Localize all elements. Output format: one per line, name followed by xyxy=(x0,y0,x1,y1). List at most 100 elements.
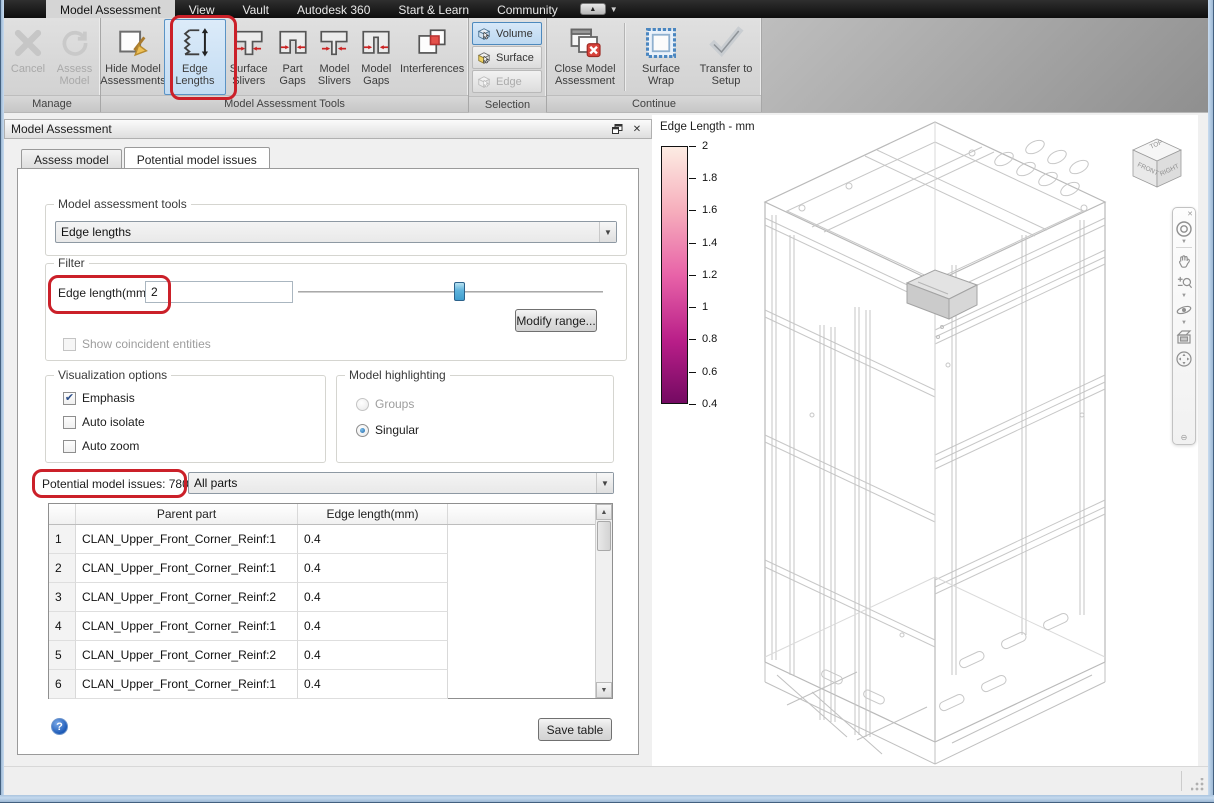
navbar-customize-icon[interactable]: ⊖ xyxy=(1181,433,1188,442)
scrollbar-thumb[interactable] xyxy=(597,521,611,551)
group-label-model-highlighting: Model highlighting xyxy=(345,368,450,382)
window-border-left xyxy=(0,0,4,803)
cancel-icon xyxy=(11,23,45,63)
row-parent-part: CLAN_Upper_Front_Corner_Reinf:2 xyxy=(76,641,298,670)
header-index[interactable] xyxy=(49,504,76,524)
auto-isolate-checkbox[interactable]: Auto isolate xyxy=(63,415,145,429)
zoom-icon[interactable] xyxy=(1176,272,1193,294)
tab-autodesk-360[interactable]: Autodesk 360 xyxy=(283,0,384,18)
part-gaps-button[interactable]: Part Gaps xyxy=(272,19,314,95)
model-gaps-button[interactable]: Model Gaps xyxy=(355,19,397,95)
tab-potential-model-issues[interactable]: Potential model issues xyxy=(124,147,270,168)
scroll-up-icon[interactable]: ▲ xyxy=(596,504,612,520)
panel-float-icon[interactable] xyxy=(609,122,625,136)
ribbon-group-label-model-assessment-tools: Model Assessment Tools xyxy=(101,95,468,112)
header-edge-length[interactable]: Edge length(mm) xyxy=(298,504,448,524)
viewport-3d[interactable]: Edge Length - mm 2 1.8 1.6 1.4 1.2 1 0.8… xyxy=(652,115,1198,766)
interferences-button[interactable]: Interferences xyxy=(397,19,467,95)
tab-model-assessment[interactable]: Model Assessment xyxy=(46,0,175,18)
table-header-row: Parent part Edge length(mm) xyxy=(49,504,612,525)
steering-wheel-caret-icon[interactable]: ▼ xyxy=(1181,240,1187,245)
ribbon-options-caret-icon[interactable]: ▼ xyxy=(610,5,618,14)
legend-colorbar xyxy=(661,146,688,404)
cancel-label: Cancel xyxy=(11,63,45,75)
edge-length-input[interactable] xyxy=(145,281,293,303)
table-row[interactable]: 3 CLAN_Upper_Front_Corner_Reinf:2 0.4 xyxy=(49,583,612,612)
row-parent-part: CLAN_Upper_Front_Corner_Reinf:1 xyxy=(76,612,298,641)
singular-radio[interactable]: Singular xyxy=(356,423,419,437)
row-edge-length: 0.4 xyxy=(298,641,448,670)
row-edge-length: 0.4 xyxy=(298,583,448,612)
table-row[interactable]: 2 CLAN_Upper_Front_Corner_Reinf:1 0.4 xyxy=(49,554,612,583)
cancel-button[interactable]: Cancel xyxy=(5,19,51,95)
view-cube[interactable]: TOP FRONT RIGHT xyxy=(1124,133,1190,197)
tab-start-learn[interactable]: Start & Learn xyxy=(384,0,483,18)
navbar-close-icon[interactable]: ✕ xyxy=(1187,210,1193,218)
full-navigation-icon[interactable] xyxy=(1175,348,1193,370)
table-row[interactable]: 4 CLAN_Upper_Front_Corner_Reinf:1 0.4 xyxy=(49,612,612,641)
window-border-bottom xyxy=(0,795,1214,803)
checkbox-check-icon: ✔ xyxy=(63,392,76,405)
parts-filter-dropdown[interactable]: All parts ▼ xyxy=(188,472,614,494)
edge-lengths-button[interactable]: Edge Lengths xyxy=(164,19,226,95)
surface-wrap-icon xyxy=(643,23,679,63)
volume-select-button[interactable]: Volume xyxy=(472,22,542,45)
group-model-highlighting: Model highlighting xyxy=(336,375,614,463)
slider-thumb[interactable] xyxy=(454,282,465,301)
save-table-button[interactable]: Save table xyxy=(538,718,612,741)
checkbox-box xyxy=(63,416,76,429)
edge-select-button[interactable]: Edge xyxy=(472,70,542,93)
checkbox-box xyxy=(63,338,76,351)
groups-radio[interactable]: Groups xyxy=(356,397,414,411)
surface-slivers-button[interactable]: Surface Slivers xyxy=(226,19,272,95)
tab-vault[interactable]: Vault xyxy=(229,0,283,18)
ribbon-group-model-assessment-tools: Hide Model Assessments Edge Lengths xyxy=(101,18,469,112)
tabbar-spacer xyxy=(4,0,46,18)
tab-community[interactable]: Community xyxy=(483,0,572,18)
table-scrollbar[interactable]: ▲ ▼ xyxy=(595,504,612,698)
slider-track[interactable] xyxy=(298,291,603,293)
assess-model-button[interactable]: Assess Model xyxy=(51,19,98,95)
row-num: 6 xyxy=(49,670,76,699)
pan-hand-icon[interactable] xyxy=(1176,250,1193,272)
table-row[interactable]: 1 CLAN_Upper_Front_Corner_Reinf:1 0.4 xyxy=(49,525,612,554)
assess-model-icon xyxy=(58,23,92,63)
row-edge-length: 0.4 xyxy=(298,670,448,699)
scroll-down-icon[interactable]: ▼ xyxy=(596,682,612,698)
look-at-icon[interactable] xyxy=(1175,326,1193,348)
tab-assess-model[interactable]: Assess model xyxy=(21,149,122,168)
ribbon-group-label-selection: Selection xyxy=(469,96,546,113)
modify-range-button[interactable]: Modify range... xyxy=(515,309,597,332)
header-parent-part[interactable]: Parent part xyxy=(76,504,298,524)
surface-select-button[interactable]: Surface xyxy=(472,46,542,69)
auto-zoom-checkbox[interactable]: Auto zoom xyxy=(63,439,139,453)
ribbon-minimize-icon[interactable]: ▲ xyxy=(580,3,606,15)
emphasis-checkbox[interactable]: ✔ Emphasis xyxy=(63,391,135,405)
tab-view[interactable]: View xyxy=(175,0,229,18)
checkbox-box xyxy=(63,440,76,453)
help-icon[interactable]: ? xyxy=(51,718,68,735)
model-gaps-icon xyxy=(359,23,393,63)
surface-wrap-button[interactable]: Surface Wrap xyxy=(627,19,695,95)
table-row[interactable]: 6 CLAN_Upper_Front_Corner_Reinf:1 0.4 xyxy=(49,670,612,699)
steering-wheel-icon[interactable] xyxy=(1175,218,1193,240)
row-parent-part: CLAN_Upper_Front_Corner_Reinf:2 xyxy=(76,583,298,612)
assess-model-label: Assess Model xyxy=(52,63,97,87)
show-coincident-entities-checkbox[interactable]: Show coincident entities xyxy=(63,337,211,351)
close-model-assessment-icon xyxy=(567,23,603,63)
table-row[interactable]: 5 CLAN_Upper_Front_Corner_Reinf:2 0.4 xyxy=(49,641,612,670)
dropdown-arrow-icon: ▼ xyxy=(596,473,613,493)
orbit-icon[interactable] xyxy=(1175,299,1193,321)
hide-model-assessments-button[interactable]: Hide Model Assessments xyxy=(102,19,164,95)
row-num: 4 xyxy=(49,612,76,641)
surface-select-label: Surface xyxy=(496,52,534,64)
close-model-assessment-button[interactable]: Close Model Assessment xyxy=(548,19,622,95)
group-label-visualization-options: Visualization options xyxy=(54,368,171,382)
assessment-tool-dropdown[interactable]: Edge lengths ▼ xyxy=(55,221,617,243)
transfer-to-setup-button[interactable]: Transfer to Setup xyxy=(695,19,757,95)
model-slivers-button[interactable]: Model Slivers xyxy=(314,19,356,95)
resize-grip[interactable] xyxy=(1191,778,1204,791)
edge-length-slider[interactable] xyxy=(298,281,603,303)
surface-slivers-icon xyxy=(232,23,266,63)
panel-close-icon[interactable]: ✕ xyxy=(629,122,645,136)
